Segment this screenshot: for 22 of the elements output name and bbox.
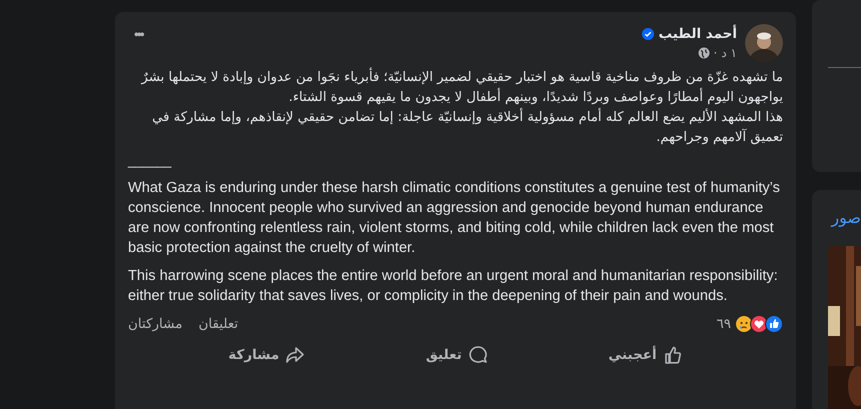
post-text-arabic: هذا المشهد الأليم يضع العالم كله أمام مسؤولية أخلاقية وإنسانيّة عاجلة: إما تضامن حقيقي لإنقاذهم، وإما مشاركة في تعميق آلامهم وجراحهم. [128,108,783,148]
post-text-english: What Gaza is enduring under these harsh climatic conditions constitutes a genuine test of humanity’s conscience. Innocent people who survived an aggression and genocide beyond human endurance are now confronting relentless rain, violent storms, and biting cold, while children lack even the most basic protection against the cruelty of winter. [128,179,781,258]
more-options-button[interactable]: ••• [128,24,149,45]
share-button[interactable]: مشاركة [218,340,316,369]
separator-dot: · [714,45,718,62]
reaction-count[interactable]: ٦٩ [716,314,731,334]
globe-icon [698,47,710,60]
author-name[interactable]: أحمد الطيب [658,24,737,44]
share-arrow-icon [285,344,306,365]
like-button[interactable]: أعجبني [598,340,693,369]
post-text-arabic: ما تشهده غزّة من ظروف مناخية قاسية هو اختبار حقيقي لضمير الإنسانيّة؛ فأبرياء نجَوا من عدوان وإبادة لا يحتملها بشرٌ يواجهون اليوم أمطارًا وعواصف وبردًا شديدًا، وبينهم أطفال لا يجدون ما يقيهم قسوة الشتاء. [128,68,783,108]
comments-count[interactable]: تعليقان [198,314,238,334]
post-text-english: This harrowing scene places the entire world before an urgent moral and humanitarian responsibility: either true solidarity that saves lives, or complicity in the deepening of their pain and wounds. [128,267,779,306]
shares-count[interactable]: مشاركتان [128,314,182,334]
thumbs-up-icon [662,344,683,365]
separator-line: ______ [128,153,172,168]
photos-title[interactable]: صور [812,206,861,230]
comment-button[interactable]: تعليق [416,340,498,369]
speech-bubble-icon [468,344,488,365]
post-time[interactable]: ١ د [721,44,737,62]
like-reaction-icon [765,315,783,334]
avatar[interactable] [745,24,783,62]
